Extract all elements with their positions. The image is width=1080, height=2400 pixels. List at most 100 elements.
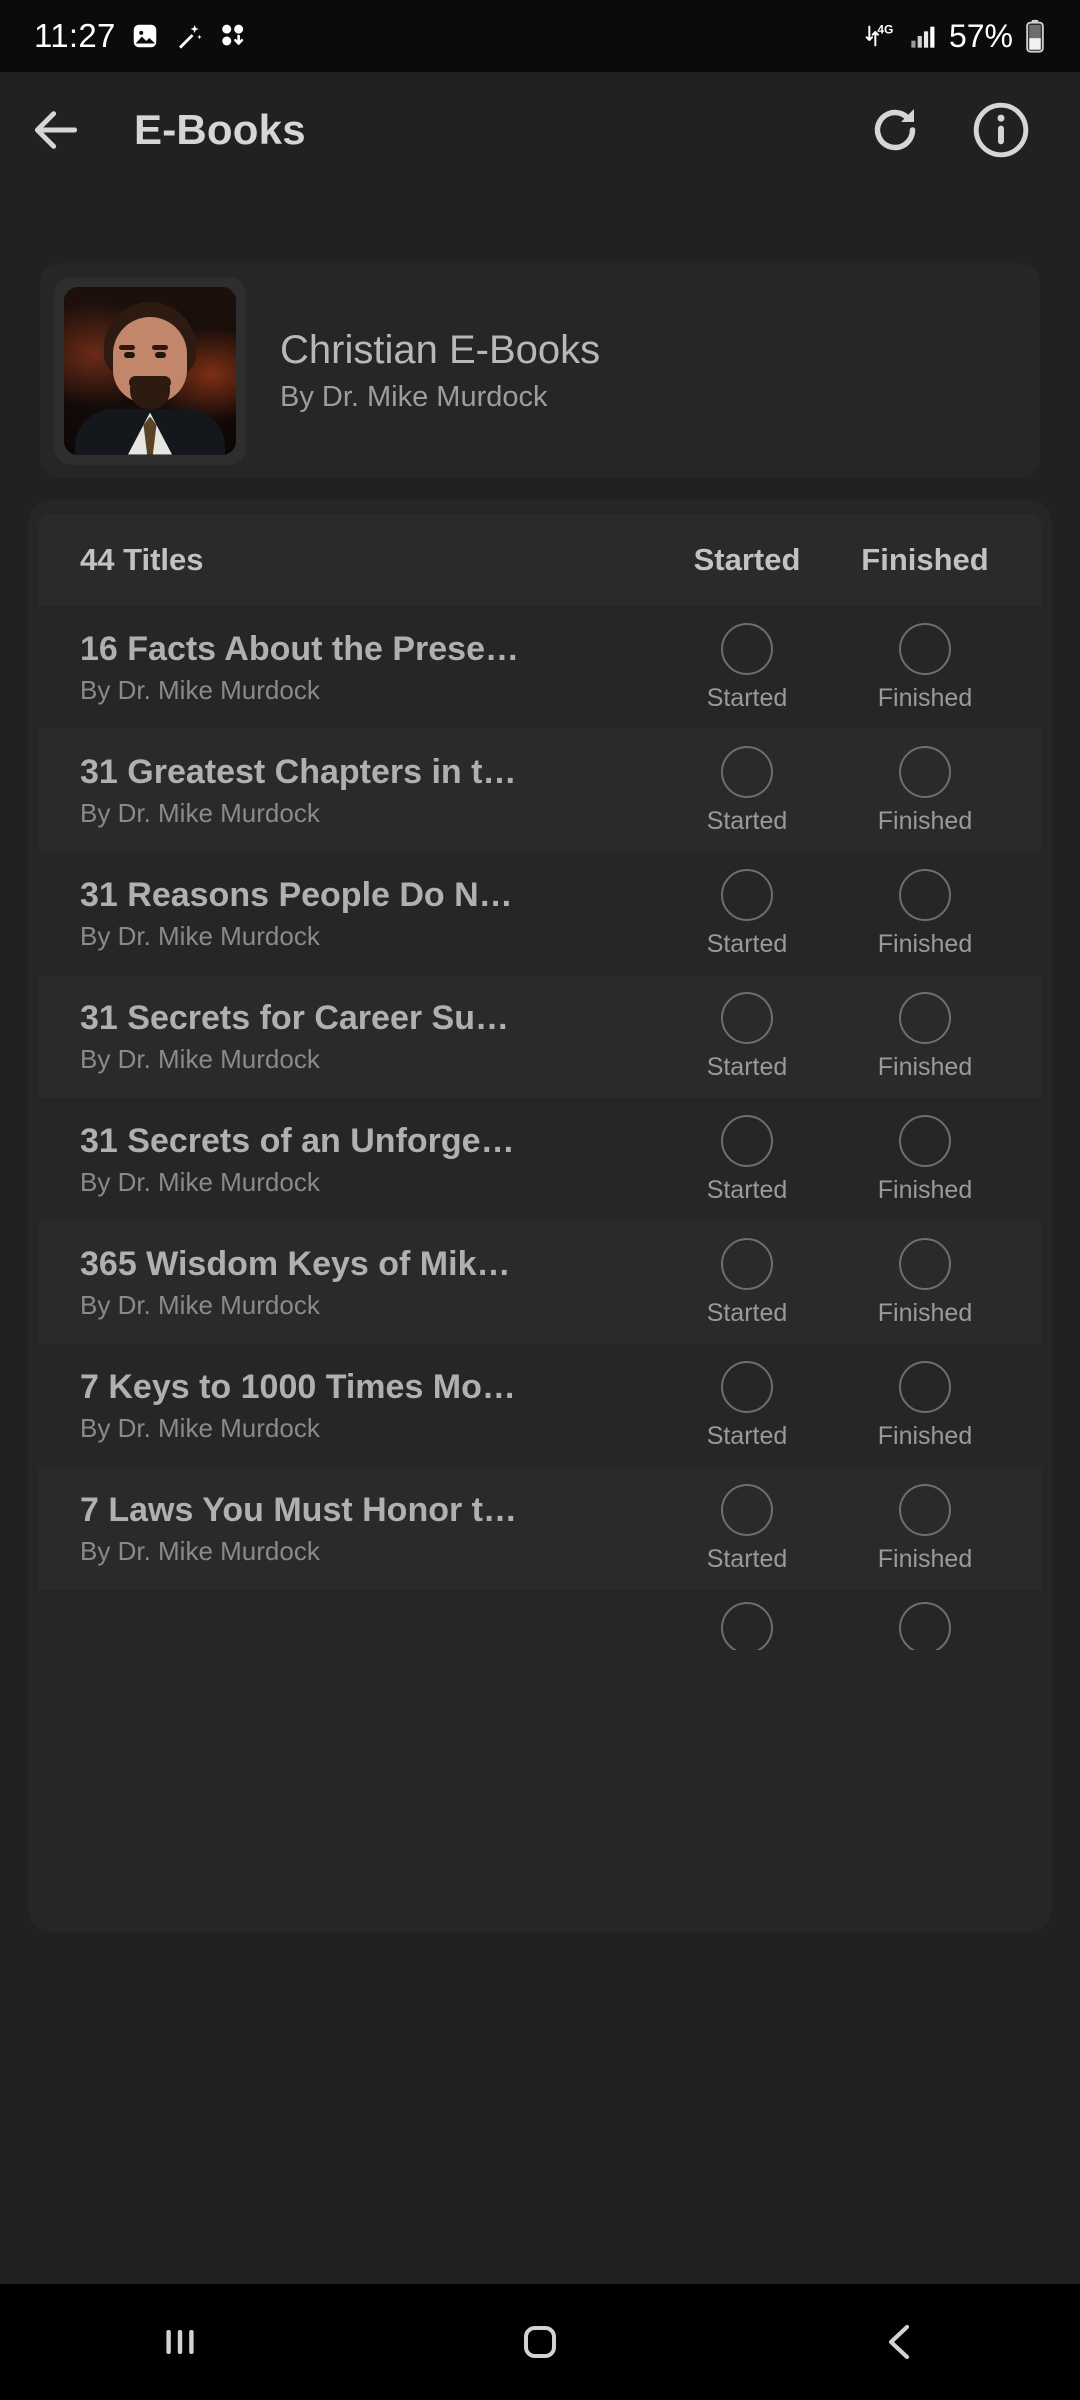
started-toggle[interactable]: Started [672,622,822,713]
started-label: Started [706,683,788,712]
row-text: 16 Facts About the Prese… By Dr. Mike Mu… [80,629,672,706]
started-radio-icon[interactable] [721,1114,773,1167]
author-portrait-cover [64,286,236,455]
started-label: Started [706,1175,788,1204]
table-row-partial[interactable] [38,1590,1042,1650]
row-author: By Dr. Mike Murdock [80,1166,320,1197]
finished-toggle[interactable]: Finished [850,622,1000,713]
table-row[interactable]: 31 Secrets of an Unforge… By Dr. Mike Mu… [38,1098,1042,1221]
row-text: 31 Greatest Chapters in t… By Dr. Mike M… [80,752,672,829]
nav-back-icon [888,2324,910,2360]
svg-text:4G: 4G [877,22,893,36]
magic-wand-icon [174,21,204,51]
refresh-button[interactable] [860,95,930,165]
status-bar: 11:27 4G 57% [0,0,1080,72]
finished-radio-icon[interactable] [899,1483,951,1536]
row-text: 7 Keys to 1000 Times Mo… By Dr. Mike Mur… [80,1367,672,1444]
table-row[interactable]: 31 Reasons People Do N… By Dr. Mike Murd… [38,852,1042,975]
signal-bars-icon [908,22,938,50]
finished-toggle[interactable] [850,1602,1000,1650]
row-text: 365 Wisdom Keys of Mik… By Dr. Mike Murd… [80,1244,672,1321]
row-author: By Dr. Mike Murdock [80,1412,320,1443]
row-title: 365 Wisdom Keys of Mik… [80,1245,511,1284]
finished-label: Finished [877,1298,973,1327]
finished-radio-icon[interactable] [899,745,951,798]
started-toggle[interactable]: Started [672,1237,822,1328]
info-button[interactable] [966,95,1036,165]
finished-toggle[interactable]: Finished [850,991,1000,1082]
row-author: By Dr. Mike Murdock [80,1535,320,1566]
finished-radio-icon[interactable] [899,1360,951,1413]
table-row[interactable]: 31 Secrets for Career Su… By Dr. Mike Mu… [38,975,1042,1098]
table-row[interactable]: 31 Greatest Chapters in t… By Dr. Mike M… [38,729,1042,852]
finished-toggle[interactable]: Finished [850,1360,1000,1451]
battery-percent: 57% [948,17,1013,54]
row-text: 7 Laws You Must Honor t… By Dr. Mike Mur… [80,1490,672,1567]
titles-count-label: 44 Titles [80,542,204,577]
finished-toggle[interactable]: Finished [850,1237,1000,1328]
finished-label: Finished [877,683,973,712]
finished-radio-icon[interactable] [899,1602,951,1650]
started-radio-icon[interactable] [721,868,773,921]
started-label: Started [706,1421,788,1450]
started-toggle[interactable]: Started [672,991,822,1082]
row-text: 31 Secrets of an Unforge… By Dr. Mike Mu… [80,1121,672,1198]
table-row[interactable]: 7 Laws You Must Honor t… By Dr. Mike Mur… [38,1467,1042,1590]
recents-button[interactable] [80,2284,280,2400]
finished-radio-icon[interactable] [899,1237,951,1290]
finished-radio-icon[interactable] [899,991,951,1044]
row-title: 7 Keys to 1000 Times Mo… [80,1368,516,1407]
status-bar-left: 11:27 [34,17,248,55]
finished-radio-icon[interactable] [899,868,951,921]
table-row[interactable]: 16 Facts About the Prese… By Dr. Mike Mu… [38,606,1042,729]
row-title: 7 Laws You Must Honor t… [80,1491,517,1530]
started-radio-icon[interactable] [721,622,773,675]
finished-toggle[interactable]: Finished [850,868,1000,959]
started-radio-icon[interactable] [721,991,773,1044]
finished-radio-icon[interactable] [899,1114,951,1167]
collection-title: Christian E-Books [280,327,601,372]
finished-label: Finished [877,806,973,835]
row-title: 16 Facts About the Prese… [80,630,519,669]
finished-label: Finished [877,1052,973,1081]
finished-label: Finished [877,1175,973,1204]
row-author: By Dr. Mike Murdock [80,1289,320,1320]
started-radio-icon[interactable] [721,1360,773,1413]
home-button[interactable] [440,2284,640,2400]
started-radio-icon[interactable] [721,745,773,798]
network-type-icon: 4G [863,20,897,52]
column-header-finished: Finished [861,542,989,577]
table-row[interactable]: 7 Keys to 1000 Times Mo… By Dr. Mike Mur… [38,1344,1042,1467]
started-radio-icon[interactable] [721,1483,773,1536]
row-title: 31 Reasons People Do N… [80,876,513,915]
finished-toggle[interactable]: Finished [850,1114,1000,1205]
battery-icon [1024,19,1046,53]
row-author: By Dr. Mike Murdock [80,920,320,951]
row-text: 31 Secrets for Career Su… By Dr. Mike Mu… [80,998,672,1075]
started-toggle[interactable]: Started [672,1114,822,1205]
started-toggle[interactable]: Started [672,1360,822,1451]
row-author: By Dr. Mike Murdock [80,674,320,705]
started-label: Started [706,929,788,958]
table-row[interactable]: 365 Wisdom Keys of Mik… By Dr. Mike Murd… [38,1221,1042,1344]
started-radio-icon[interactable] [721,1602,773,1650]
page-title: E-Books [134,105,306,153]
info-circle-icon [973,102,1029,157]
row-author: By Dr. Mike Murdock [80,797,320,828]
collection-card[interactable]: Christian E-Books By Dr. Mike Murdock [40,263,1040,478]
started-toggle[interactable]: Started [672,745,822,836]
nav-back-button[interactable] [800,2284,1000,2400]
started-label: Started [706,806,788,835]
started-toggle[interactable] [672,1602,822,1650]
refresh-icon [874,108,916,150]
finished-radio-icon[interactable] [899,622,951,675]
list-header-row: 44 Titles Started Finished [38,514,1042,606]
recents-icon [166,2330,194,2354]
started-toggle[interactable]: Started [672,1483,822,1574]
finished-toggle[interactable]: Finished [850,745,1000,836]
phone-screen: 11:27 4G 57% E-Books Christian E-Books B… [0,0,1080,2400]
finished-toggle[interactable]: Finished [850,1483,1000,1574]
started-radio-icon[interactable] [721,1237,773,1290]
back-button[interactable] [0,72,112,187]
started-toggle[interactable]: Started [672,868,822,959]
